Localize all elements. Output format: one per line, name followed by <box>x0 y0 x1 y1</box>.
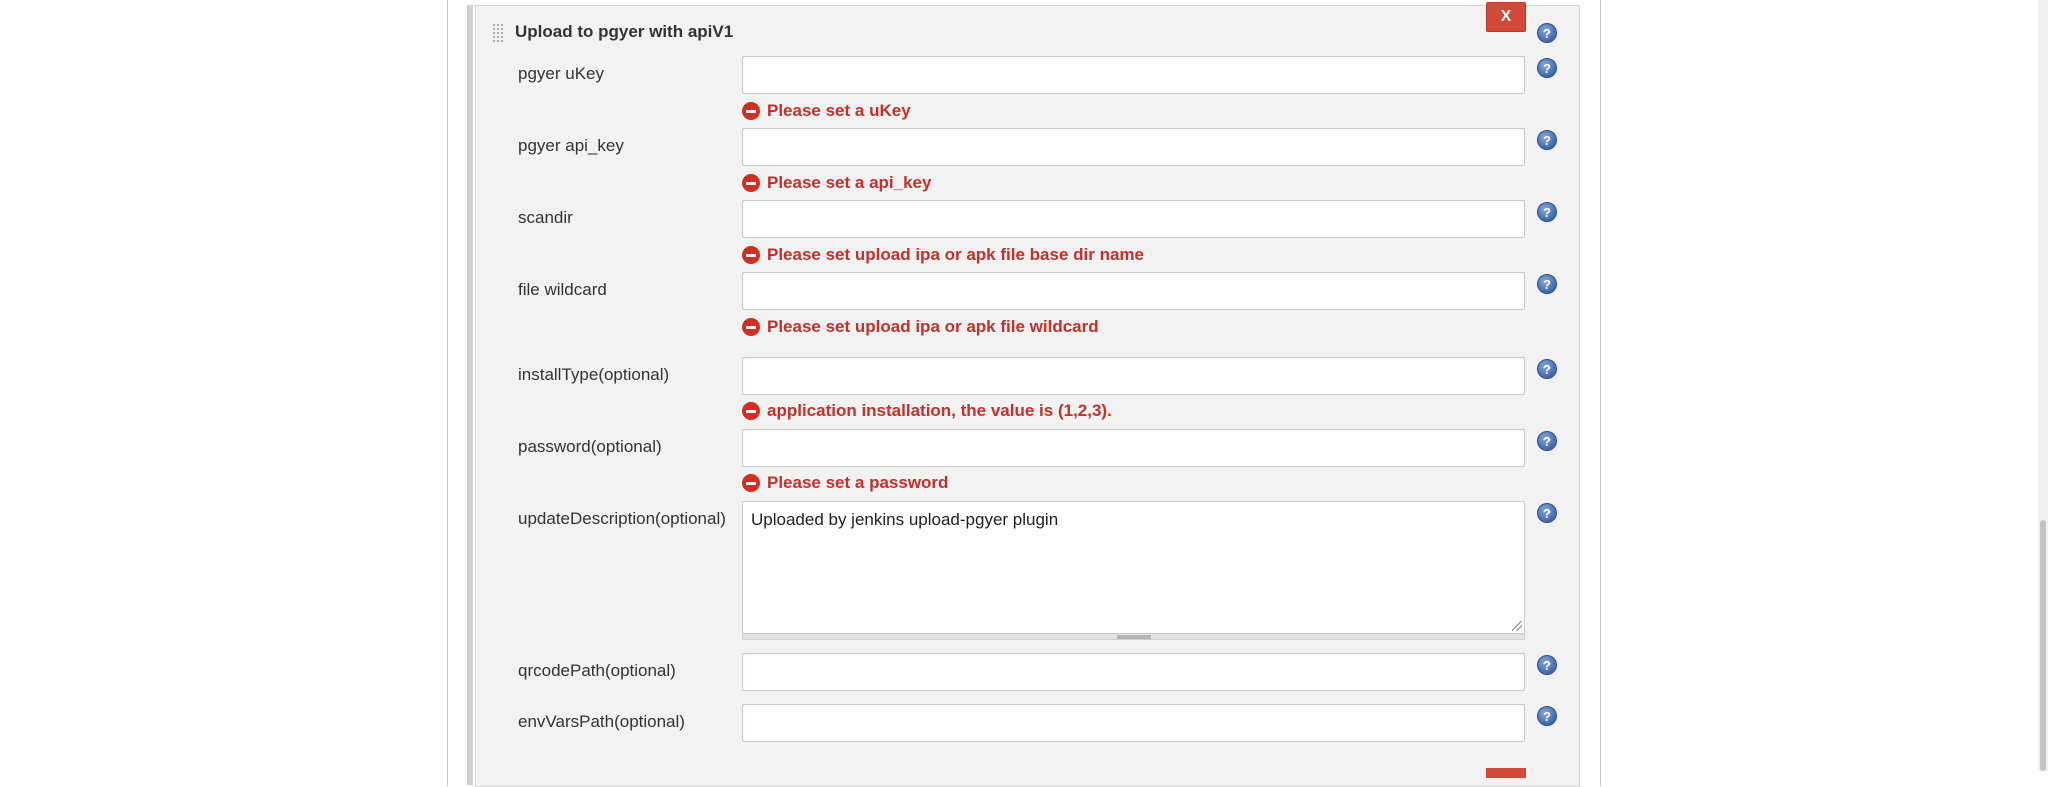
env-vars-path-help-icon[interactable]: ? <box>1537 706 1557 726</box>
api-key-error-text: Please set a api_key <box>767 173 932 192</box>
ukey-input[interactable] <box>742 56 1525 94</box>
scandir-help-icon[interactable]: ? <box>1537 202 1557 222</box>
error-icon <box>742 102 760 120</box>
wildcard-input[interactable] <box>742 272 1525 310</box>
wildcard-label: file wildcard <box>518 280 607 299</box>
password-error: Please set a password <box>742 473 948 493</box>
update-description-label: updateDescription(optional) <box>518 509 726 528</box>
error-icon <box>742 174 760 192</box>
delete-section-button[interactable]: X <box>1486 2 1526 32</box>
install-type-error-text: application installation, the value is (… <box>767 401 1112 420</box>
section-left-border <box>467 5 473 785</box>
scandir-input[interactable] <box>742 200 1525 238</box>
resize-grip-icon[interactable] <box>1117 635 1151 639</box>
scandir-error-text: Please set upload ipa or apk file base d… <box>767 245 1144 264</box>
error-icon <box>742 318 760 336</box>
wildcard-error-text: Please set upload ipa or apk file wildca… <box>767 317 1099 336</box>
api-key-input[interactable] <box>742 128 1525 166</box>
ukey-error: Please set a uKey <box>742 101 911 121</box>
scandir-error: Please set upload ipa or apk file base d… <box>742 245 1144 265</box>
error-icon <box>742 246 760 264</box>
update-description-help-icon[interactable]: ? <box>1537 503 1557 523</box>
update-description-textarea[interactable]: Uploaded by jenkins upload-pgyer plugin <box>742 501 1525 634</box>
install-type-input[interactable] <box>742 357 1525 395</box>
env-vars-path-input[interactable] <box>742 704 1525 742</box>
resize-corner-icon[interactable] <box>1512 621 1522 631</box>
qrcode-path-label: qrcodePath(optional) <box>518 661 676 680</box>
api-key-error: Please set a api_key <box>742 173 931 193</box>
error-icon <box>742 474 760 492</box>
api-key-help-icon[interactable]: ? <box>1537 130 1557 150</box>
drag-handle-icon[interactable] <box>492 23 504 43</box>
ukey-help-icon[interactable]: ? <box>1537 58 1557 78</box>
section-title: Upload to pgyer with apiV1 <box>515 22 734 41</box>
password-error-text: Please set a password <box>767 473 949 492</box>
next-section-delete-button[interactable] <box>1486 768 1526 778</box>
scrollbar-thumb[interactable] <box>2040 520 2046 771</box>
qrcode-path-help-icon[interactable]: ? <box>1537 655 1557 675</box>
password-label: password(optional) <box>518 437 662 456</box>
password-help-icon[interactable]: ? <box>1537 431 1557 451</box>
install-type-label: installType(optional) <box>518 365 670 384</box>
error-icon <box>742 402 760 420</box>
scandir-label: scandir <box>518 208 573 227</box>
env-vars-path-label: envVarsPath(optional) <box>518 712 685 731</box>
section-help-icon[interactable]: ? <box>1537 23 1557 43</box>
qrcode-path-input[interactable] <box>742 653 1525 691</box>
ukey-error-text: Please set a uKey <box>767 101 911 120</box>
api-key-label: pgyer api_key <box>518 136 624 155</box>
wildcard-help-icon[interactable]: ? <box>1537 274 1557 294</box>
ukey-label: pgyer uKey <box>518 64 604 83</box>
password-input[interactable] <box>742 429 1525 467</box>
install-type-error: application installation, the value is (… <box>742 401 1112 421</box>
install-type-help-icon[interactable]: ? <box>1537 359 1557 379</box>
wildcard-error: Please set upload ipa or apk file wildca… <box>742 317 1099 337</box>
